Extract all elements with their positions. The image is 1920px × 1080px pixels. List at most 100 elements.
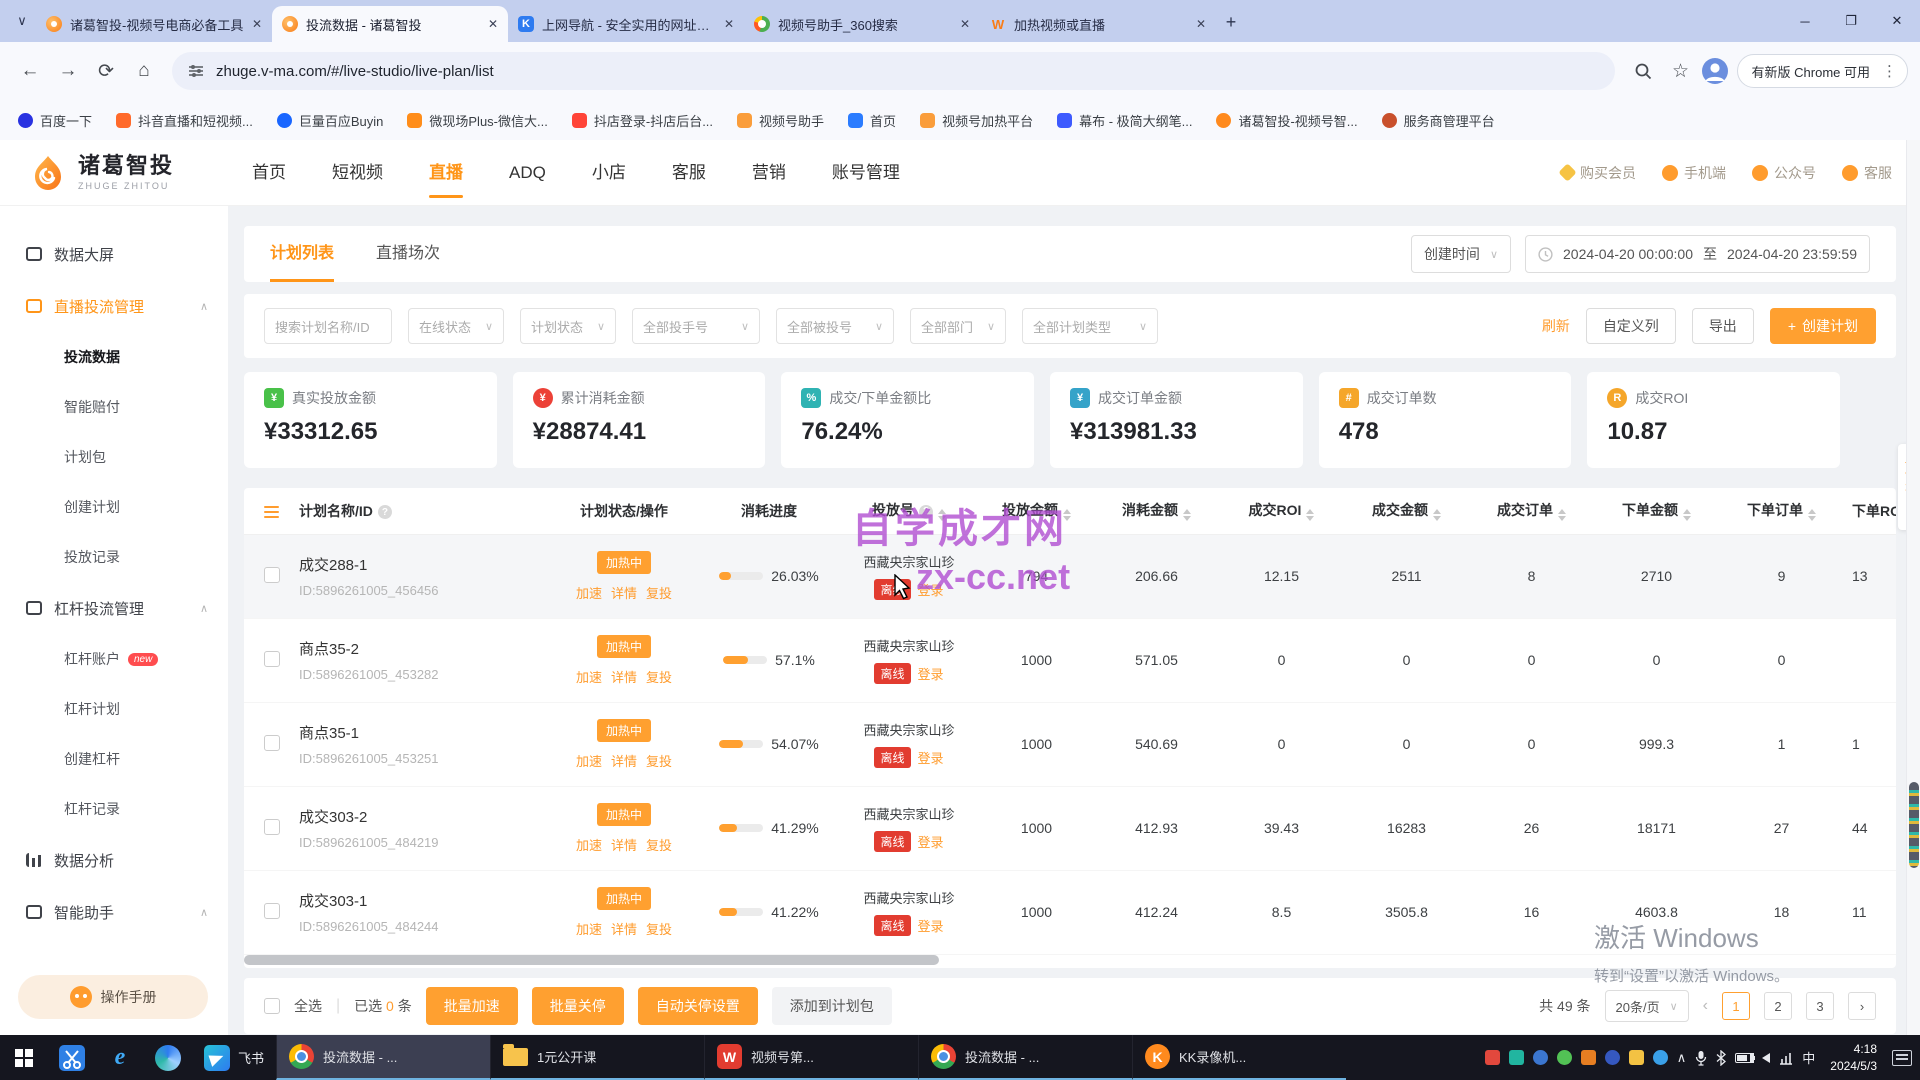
bookmark-doudian[interactable]: 抖店登录-抖店后台... xyxy=(572,111,713,130)
profile-avatar[interactable] xyxy=(1701,57,1729,85)
scrollbar-thumb[interactable] xyxy=(1909,782,1919,868)
tray-app-icon[interactable] xyxy=(1509,1050,1524,1065)
row-checkbox[interactable] xyxy=(264,903,280,919)
batch-stop-button[interactable]: 批量关停 xyxy=(532,987,624,1025)
sidebar-item-create-leverage[interactable]: 创建杠杆 xyxy=(0,734,228,784)
detail-link[interactable]: 详情 xyxy=(611,919,637,938)
browser-tab-3[interactable]: 上网导航 - 安全实用的网址导航 ✕ xyxy=(508,6,744,42)
sidebar-item-smart-compensation[interactable]: 智能赔付 xyxy=(0,382,228,432)
tab-live-sessions[interactable]: 直播场次 xyxy=(376,226,440,282)
bookmark-baidu[interactable]: 百度一下 xyxy=(18,111,92,130)
accelerate-link[interactable]: 加速 xyxy=(576,667,602,686)
sort-icon[interactable] xyxy=(1558,509,1566,521)
bluetooth-icon[interactable] xyxy=(1716,1050,1726,1066)
new-tab-button[interactable]: + xyxy=(1216,7,1246,37)
repeat-link[interactable]: 复投 xyxy=(646,583,672,602)
login-link[interactable]: 登录 xyxy=(918,832,944,851)
plan-status-select[interactable]: 计划状态∨ xyxy=(520,308,616,344)
online-status-select[interactable]: 在线状态∨ xyxy=(408,308,504,344)
mobile-link[interactable]: 手机端 xyxy=(1662,163,1726,183)
sidebar-item-ad-records[interactable]: 投放记录 xyxy=(0,532,228,582)
home-icon[interactable]: ⌂ xyxy=(126,53,162,89)
tab-close-icon[interactable]: ✕ xyxy=(724,17,734,31)
nav-short-video[interactable]: 短视频 xyxy=(332,140,383,206)
start-button[interactable] xyxy=(0,1035,48,1080)
sidebar-item-data-screen[interactable]: 数据大屏 xyxy=(0,228,228,280)
window-minimize-button[interactable]: ─ xyxy=(1782,0,1828,42)
sort-icon[interactable] xyxy=(938,509,946,521)
back-icon[interactable]: ← xyxy=(12,53,48,89)
row-checkbox[interactable] xyxy=(264,819,280,835)
nav-adq[interactable]: ADQ xyxy=(509,140,546,206)
site-logo[interactable]: 诸葛智投 ZHUGE ZHITOU xyxy=(28,153,234,193)
select-all-checkbox[interactable] xyxy=(264,998,280,1014)
chrome-update-button[interactable]: 有新版 Chrome 可用 ⋮ xyxy=(1737,54,1908,88)
browser-menu-icon[interactable]: ⋮ xyxy=(1878,62,1901,80)
row-checkbox[interactable] xyxy=(264,735,280,751)
accelerate-link[interactable]: 加速 xyxy=(576,835,602,854)
sort-icon[interactable] xyxy=(1306,509,1314,521)
tray-folder-icon[interactable] xyxy=(1629,1050,1644,1065)
target-account-select[interactable]: 全部被投号∨ xyxy=(776,308,894,344)
manual-button[interactable]: 操作手册 xyxy=(18,975,208,1019)
action-center-icon[interactable] xyxy=(1892,1050,1912,1066)
bookmark-service-platform[interactable]: 服务商管理平台 xyxy=(1382,111,1495,130)
tray-app-icon[interactable] xyxy=(1605,1050,1620,1065)
sidebar-item-create-plan[interactable]: 创建计划 xyxy=(0,482,228,532)
nav-account[interactable]: 账号管理 xyxy=(832,140,900,206)
sidebar-item-leverage-records[interactable]: 杠杆记录 xyxy=(0,784,228,834)
bookmark-mubu[interactable]: 幕布 - 极简大纲笔... xyxy=(1057,111,1192,130)
repeat-link[interactable]: 复投 xyxy=(646,667,672,686)
input-method-indicator[interactable]: 中 xyxy=(1802,1048,1815,1067)
operator-account-select[interactable]: 全部投手号∨ xyxy=(632,308,760,344)
tray-app-icon[interactable] xyxy=(1581,1050,1596,1065)
bookmark-star-icon[interactable]: ☆ xyxy=(1663,53,1699,89)
clock[interactable]: 4:18 2024/5/3 xyxy=(1824,1041,1883,1073)
login-link[interactable]: 登录 xyxy=(918,664,944,683)
feishu-app[interactable]: 飞书 xyxy=(192,1035,276,1080)
row-checkbox[interactable] xyxy=(264,567,280,583)
plan-type-select[interactable]: 全部计划类型∨ xyxy=(1022,308,1158,344)
login-link[interactable]: 登录 xyxy=(918,580,944,599)
page-2-button[interactable]: 2 xyxy=(1764,992,1792,1020)
sidebar-item-ad-data[interactable]: 投流数据 xyxy=(0,332,228,382)
browser-tab-5[interactable]: 加热视频或直播 ✕ xyxy=(980,6,1216,42)
tab-close-icon[interactable]: ✕ xyxy=(960,17,970,31)
window-close-button[interactable]: ✕ xyxy=(1874,0,1920,42)
sidebar-item-leverage-account[interactable]: 杠杆账户new xyxy=(0,634,228,684)
microphone-icon[interactable] xyxy=(1695,1050,1707,1066)
url-text[interactable]: zhuge.v-ma.com/#/live-studio/live-plan/l… xyxy=(216,63,494,80)
browser-tab-2-active[interactable]: 投流数据 - 诸葛智投 ✕ xyxy=(272,6,508,42)
sort-icon[interactable] xyxy=(1063,509,1071,521)
time-dimension-select[interactable]: 创建时间∨ xyxy=(1411,235,1511,273)
wechat-tray-icon[interactable] xyxy=(1557,1050,1572,1065)
sort-icon[interactable] xyxy=(1683,509,1691,521)
customize-columns-button[interactable]: 自定义列 xyxy=(1586,308,1676,344)
accelerate-link[interactable]: 加速 xyxy=(576,751,602,770)
select-all-label[interactable]: 全选 xyxy=(294,996,322,1016)
detail-link[interactable]: 详情 xyxy=(611,751,637,770)
sidebar-section-live-ad[interactable]: 直播投流管理∧ xyxy=(0,280,228,332)
tab-close-icon[interactable]: ✕ xyxy=(252,17,262,31)
repeat-link[interactable]: 复投 xyxy=(646,835,672,854)
clip-tool-icon[interactable] xyxy=(48,1035,96,1080)
tab-plan-list[interactable]: 计划列表 xyxy=(270,226,334,282)
taskbar-app-kk-recorder[interactable]: KK录像机... xyxy=(1132,1035,1346,1080)
export-button[interactable]: 导出 xyxy=(1692,308,1754,344)
detail-link[interactable]: 详情 xyxy=(611,835,637,854)
bookmark-buyin[interactable]: 巨量百应Buyin xyxy=(277,111,384,130)
sidebar-item-leverage-plan[interactable]: 杠杆计划 xyxy=(0,684,228,734)
login-link[interactable]: 登录 xyxy=(918,748,944,767)
row-checkbox[interactable] xyxy=(264,651,280,667)
wechat-official-link[interactable]: 公众号 xyxy=(1752,163,1816,183)
sidebar-item-data-analysis[interactable]: 数据分析 xyxy=(0,834,228,886)
nav-marketing[interactable]: 营销 xyxy=(752,140,786,206)
tray-app-icon[interactable] xyxy=(1485,1050,1500,1065)
date-range-picker[interactable]: 2024-04-20 00:00:00 至 2024-04-20 23:59:5… xyxy=(1525,235,1870,273)
detail-link[interactable]: 详情 xyxy=(611,583,637,602)
add-to-package-button[interactable]: 添加到计划包 xyxy=(772,987,892,1025)
tab-close-icon[interactable]: ✕ xyxy=(1196,17,1206,31)
taskbar-app-chrome-1[interactable]: 投流数据 - ... xyxy=(276,1035,490,1080)
search-icon[interactable] xyxy=(1625,53,1661,89)
browser-orb-icon[interactable] xyxy=(144,1035,192,1080)
